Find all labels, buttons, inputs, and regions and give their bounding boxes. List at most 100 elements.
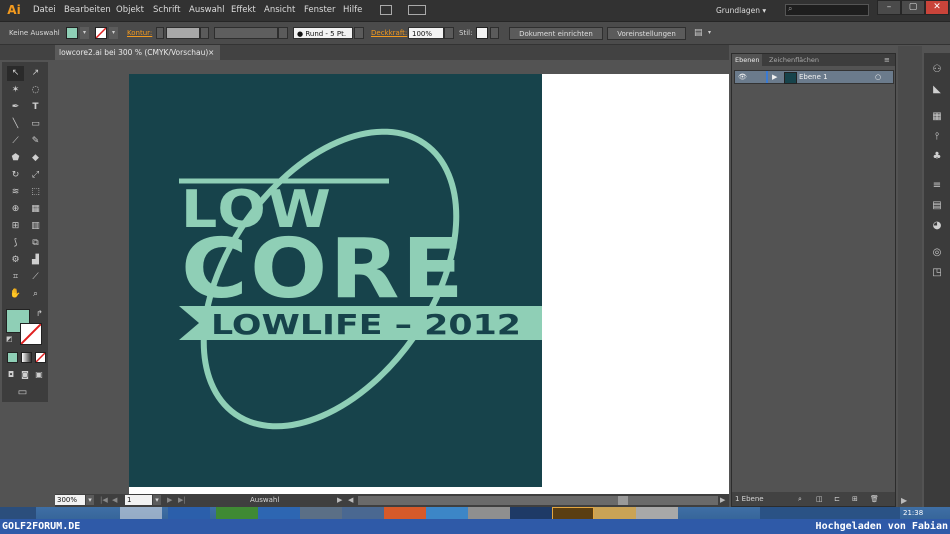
panel-menu-icon[interactable]: ≡ (884, 54, 890, 66)
fill-swatch[interactable] (66, 27, 78, 39)
transparency-panel-icon[interactable]: ◕ (929, 219, 945, 233)
rotate-tool-icon[interactable]: ↻ (7, 168, 24, 183)
next-page-icon[interactable]: ▶ (167, 494, 172, 507)
brushes-panel-icon[interactable]: ⫯ (929, 130, 945, 144)
menu-objekt[interactable]: Objekt (116, 0, 144, 21)
close-button[interactable]: ✕ (925, 0, 949, 15)
menu-auswahl[interactable]: Auswahl (189, 0, 225, 21)
tab-close-button[interactable]: × (208, 45, 214, 60)
direct-selection-tool-icon[interactable]: ↗ (27, 66, 44, 81)
new-layer-icon[interactable]: ⊞ (852, 492, 858, 506)
brush-definition-select[interactable]: ● Rund - 5 Pt. (293, 27, 353, 39)
stroke-label[interactable]: Kontur: (127, 22, 152, 44)
first-page-icon[interactable]: |◀ (100, 494, 108, 507)
layer-name[interactable]: Ebene 1 (799, 71, 828, 83)
swap-colors-icon[interactable]: ↱ (36, 309, 43, 318)
graphic-style-swatch[interactable] (476, 27, 488, 39)
logo-artwork[interactable]: LOW CORE LOWLIFE – 2012 (129, 74, 542, 487)
help-search-input[interactable]: ⌕ (785, 4, 869, 16)
tab-layers[interactable]: Ebenen (732, 54, 763, 66)
stroke-panel-icon[interactable]: ≡ (929, 179, 945, 193)
chevron-down-icon[interactable]: ▾ (86, 495, 94, 505)
stroke-weight-stepper[interactable] (156, 27, 164, 39)
slice-tool-icon[interactable]: ⟋ (27, 270, 44, 285)
last-page-icon[interactable]: ▶| (178, 494, 186, 507)
previous-page-icon[interactable]: ◀ (112, 494, 117, 507)
minimize-button[interactable]: – (877, 0, 901, 15)
draw-normal-icon[interactable]: ◘ (5, 367, 17, 382)
scale-tool-icon[interactable]: ⤢ (27, 168, 44, 183)
new-sublayer-icon[interactable]: ⊏ (834, 492, 840, 506)
gradient-panel-icon[interactable]: ▤ (929, 199, 945, 213)
tab-artboards[interactable]: Zeichenflächen (766, 54, 822, 66)
menu-datei[interactable]: Datei (33, 0, 56, 21)
zoom-tool-icon[interactable]: ⌕ (27, 287, 44, 302)
status-menu-icon[interactable]: ▶ (337, 494, 342, 507)
selection-tool-icon[interactable]: ↖ (7, 66, 24, 81)
color-guide-icon[interactable]: ◣ (929, 83, 945, 97)
expand-triangle-icon[interactable]: ▶ (772, 71, 777, 83)
opacity-input[interactable]: 100% (408, 27, 444, 39)
stroke-weight-input[interactable] (166, 27, 200, 39)
chevron-right-icon[interactable] (444, 27, 454, 39)
paintbrush-tool-icon[interactable]: ⟋ (7, 134, 24, 149)
zoom-input[interactable]: 300% (55, 495, 85, 505)
blend-tool-icon[interactable]: ⧉ (27, 236, 44, 251)
hand-tool-icon[interactable]: ✋ (7, 287, 24, 302)
scroll-right-icon[interactable]: ▶ (720, 494, 725, 507)
chevron-down-icon[interactable]: ▾ (109, 27, 118, 39)
menu-effekt[interactable]: Effekt (231, 0, 256, 21)
maximize-button[interactable]: ▢ (901, 0, 925, 15)
arrange-documents-icon[interactable] (408, 5, 426, 15)
preferences-button[interactable]: Voreinstellungen (607, 27, 686, 40)
artboard-tool-icon[interactable]: ⌗ (7, 270, 24, 285)
symbols-panel-icon[interactable]: ♣ (929, 150, 945, 164)
none-mode-button[interactable] (35, 352, 46, 363)
swatches-panel-icon[interactable]: ▦ (929, 110, 945, 124)
delete-layer-icon[interactable]: 🗑 (870, 492, 879, 506)
blob-brush-tool-icon[interactable]: ⬟ (7, 151, 24, 166)
panel-scroll-right-icon[interactable]: ▶ (901, 496, 907, 505)
stroke-color-swatch[interactable] (20, 323, 42, 345)
warp-tool-icon[interactable]: ≋ (7, 185, 24, 200)
layer-row[interactable]: 👁 ▶ Ebene 1 ○ (734, 70, 894, 84)
bridge-icon[interactable] (380, 5, 392, 15)
variable-width-profile[interactable] (214, 27, 278, 39)
document-tab[interactable]: lowcore2.ai bei 300 % (CMYK/Vorschau) × (55, 45, 220, 60)
menu-ansicht[interactable]: Ansicht (264, 0, 295, 21)
chevron-down-icon[interactable] (278, 27, 288, 39)
horizontal-scroll-thumb[interactable] (618, 496, 628, 505)
eye-icon[interactable]: 👁 (738, 71, 747, 83)
default-colors-icon[interactable]: ◩ (6, 335, 13, 343)
color-panel-icon[interactable]: ⚇ (929, 63, 945, 77)
draw-behind-icon[interactable]: ◙ (19, 367, 31, 382)
menu-hilfe[interactable]: Hilfe (343, 0, 362, 21)
chevron-down-icon[interactable]: ▾ (80, 27, 89, 39)
menu-fenster[interactable]: Fenster (304, 0, 336, 21)
opacity-label[interactable]: Deckkraft: (371, 22, 407, 44)
rectangle-tool-icon[interactable]: ▭ (27, 117, 44, 132)
color-mode-button[interactable] (7, 352, 18, 363)
magic-wand-tool-icon[interactable]: ✶ (7, 83, 24, 98)
column-graph-tool-icon[interactable]: ▟ (27, 253, 44, 268)
chevron-down-icon[interactable] (200, 27, 209, 39)
chevron-down-icon[interactable] (490, 27, 499, 39)
perspective-grid-tool-icon[interactable]: ▦ (27, 202, 44, 217)
make-clipping-mask-icon[interactable]: ◫ (816, 492, 823, 506)
graphic-styles-panel-icon[interactable]: ◳ (929, 266, 945, 280)
symbol-sprayer-tool-icon[interactable]: ⚙ (7, 253, 24, 268)
arrange-icon[interactable]: ▤ (694, 27, 704, 39)
horizontal-scrollbar[interactable] (358, 496, 718, 505)
scroll-left-icon[interactable]: ◀ (348, 494, 353, 507)
free-transform-tool-icon[interactable]: ⬚ (27, 185, 44, 200)
workspace-switcher[interactable]: Grundlagen ▾ (716, 0, 766, 21)
shape-builder-tool-icon[interactable]: ⊕ (7, 202, 24, 217)
menu-bearbeiten[interactable]: Bearbeiten (64, 0, 111, 21)
type-tool-icon[interactable]: T (27, 100, 44, 115)
draw-inside-icon[interactable]: ▣ (33, 367, 45, 382)
mesh-tool-icon[interactable]: ⊞ (7, 219, 24, 234)
page-input[interactable]: 1 (125, 495, 152, 505)
eyedropper-tool-icon[interactable]: ⟆ (7, 236, 24, 251)
chevron-down-icon[interactable] (354, 27, 364, 39)
screen-mode-icon[interactable]: ▭ (14, 385, 31, 400)
